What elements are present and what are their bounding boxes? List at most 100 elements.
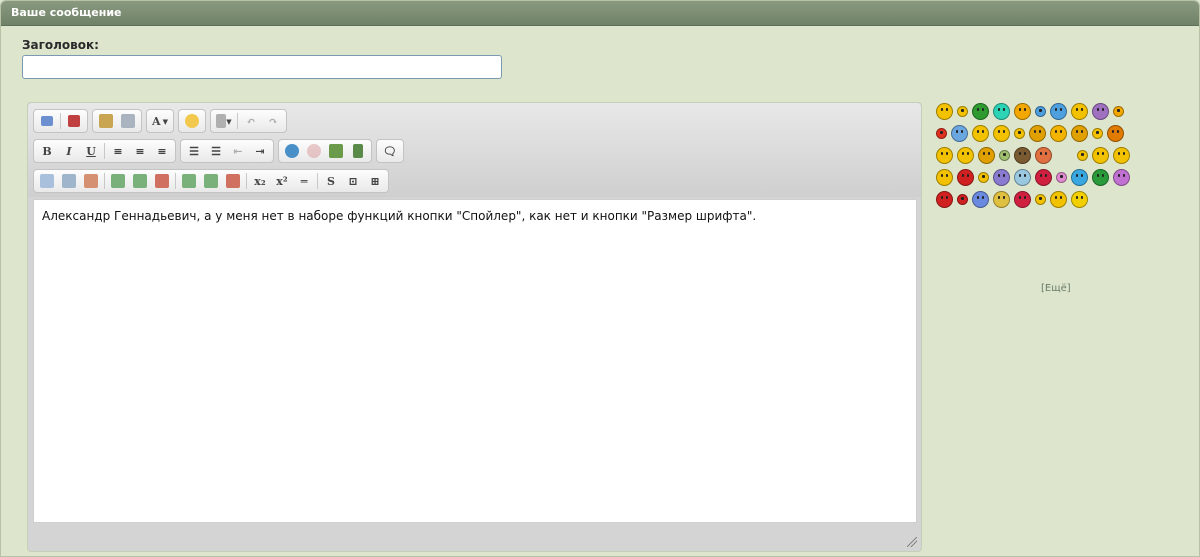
smiley-icon[interactable] — [1056, 171, 1067, 183]
underline-button[interactable]: U — [81, 142, 101, 160]
smiley-icon[interactable] — [1071, 168, 1088, 186]
smiley-icon[interactable] — [1092, 127, 1103, 139]
smiley-icon[interactable] — [999, 149, 1010, 161]
smiley-icon[interactable] — [957, 168, 974, 186]
smiley-row — [936, 144, 1172, 166]
row-insert-after-icon[interactable] — [130, 172, 150, 190]
smiley-icon[interactable] — [972, 190, 989, 208]
smiley-icon[interactable] — [1113, 146, 1130, 164]
smiley-icon[interactable] — [1014, 102, 1031, 120]
toolbar-group-color: A ▼ — [146, 109, 174, 133]
smiley-icon[interactable] — [1014, 190, 1031, 208]
table-delete-icon[interactable] — [81, 172, 101, 190]
smiley-icon[interactable] — [978, 171, 989, 183]
col-insert-before-icon[interactable] — [179, 172, 199, 190]
editor-text: Александр Геннадьевич, а у меня нет в на… — [42, 209, 757, 223]
redo-icon[interactable]: ↷ — [263, 112, 283, 130]
italic-button[interactable]: I — [59, 142, 79, 160]
align-left-icon[interactable]: ≡ — [108, 142, 128, 160]
link-icon[interactable] — [282, 142, 302, 160]
smiley-icon[interactable] — [936, 102, 953, 120]
unlink-icon[interactable] — [304, 142, 324, 160]
smiley-icon[interactable] — [936, 190, 953, 208]
col-insert-after-icon[interactable] — [201, 172, 221, 190]
horizontal-rule-icon[interactable]: ═ — [294, 172, 314, 190]
smiley-icon[interactable] — [1071, 190, 1088, 208]
superscript-button[interactable]: x² — [272, 172, 292, 190]
smiley-icon[interactable] — [1014, 168, 1031, 186]
outdent-icon[interactable]: ⇤ — [228, 142, 248, 160]
copy-icon[interactable]: ▼ — [214, 112, 234, 130]
smiley-icon[interactable] — [978, 146, 995, 164]
smiley-icon[interactable] — [936, 168, 953, 186]
smiley-icon[interactable] — [1071, 102, 1088, 120]
wysiwyg-editor: A ▼ ▼ ↶ ↷ B I U ≡ ≡ ≡ ☰ ☰ ⇤ ⇥ 🗨 x₂ x² ═ … — [27, 102, 922, 552]
undo-icon[interactable]: ↶ — [241, 112, 261, 130]
unordered-list-icon[interactable]: ☰ — [206, 142, 226, 160]
ordered-list-icon[interactable]: ☰ — [184, 142, 204, 160]
image-icon[interactable] — [326, 142, 346, 160]
quote-icon[interactable]: 🗨 — [380, 142, 400, 160]
indent-icon[interactable]: ⇥ — [250, 142, 270, 160]
smiley-icon[interactable] — [972, 102, 989, 120]
smiley-icon[interactable] — [1092, 146, 1109, 164]
smiley-icon[interactable] — [1107, 124, 1124, 142]
smiley-icon[interactable] — [951, 124, 968, 142]
align-center-icon[interactable]: ≡ — [130, 142, 150, 160]
smiley-icon[interactable] — [1035, 105, 1046, 117]
paste-text-icon[interactable] — [96, 112, 116, 130]
smiley-icon[interactable] — [993, 190, 1010, 208]
smiley-icon[interactable] — [1071, 124, 1088, 142]
smiley-icon[interactable] — [1092, 102, 1109, 120]
special-char-icon[interactable]: ⊡ — [343, 172, 363, 190]
paste-word-icon[interactable] — [118, 112, 138, 130]
resize-handle[interactable] — [907, 537, 917, 547]
smiley-icon[interactable] — [1014, 127, 1025, 139]
smiley-icon[interactable] — [1113, 168, 1130, 186]
smiley-icon[interactable] — [1035, 146, 1052, 164]
font-color-button[interactable]: A ▼ — [150, 112, 170, 130]
subscript-button[interactable]: x₂ — [250, 172, 270, 190]
editor-content-area[interactable]: Александр Геннадьевич, а у меня нет в на… — [33, 199, 917, 523]
title-label: Заголовок: — [22, 38, 99, 52]
table-icon[interactable] — [37, 172, 57, 190]
fullscreen-icon[interactable]: ⊞ — [365, 172, 385, 190]
toolbar-group-history: ▼ ↶ ↷ — [210, 109, 287, 133]
remove-format-icon[interactable] — [64, 112, 84, 130]
smiley-icon[interactable] — [957, 146, 974, 164]
title-input[interactable] — [22, 55, 502, 79]
smiley-icon[interactable] — [1050, 124, 1067, 142]
smiley-icon[interactable] — [936, 146, 953, 164]
more-smileys-link[interactable]: [Ещё] — [1041, 283, 1071, 294]
smiley-icon[interactable] — [1035, 193, 1046, 205]
toolbar-group-table: x₂ x² ═ S ⊡ ⊞ — [33, 169, 389, 193]
smiley-icon[interactable] — [972, 124, 989, 142]
smiley-icon[interactable] — [1113, 105, 1124, 117]
bold-button[interactable]: B — [37, 142, 57, 160]
table-props-icon[interactable] — [59, 172, 79, 190]
spellcheck-icon[interactable] — [37, 112, 57, 130]
smiley-icon[interactable] — [993, 168, 1010, 186]
smiley-icon[interactable] — [957, 105, 968, 117]
smiley-icon[interactable] — [182, 112, 202, 130]
smiley-icon[interactable] — [1014, 146, 1031, 164]
strikethrough-button[interactable]: S — [321, 172, 341, 190]
smiley-icon[interactable] — [993, 124, 1010, 142]
smiley-icon[interactable] — [957, 193, 968, 205]
smiley-icon[interactable] — [1035, 168, 1052, 186]
smiley-icon[interactable] — [936, 127, 947, 139]
toolbar-group-format — [33, 109, 88, 133]
video-icon[interactable] — [348, 142, 368, 160]
smiley-icon[interactable] — [1077, 149, 1088, 161]
smiley-icon[interactable] — [993, 102, 1010, 120]
smiley-icon — [1056, 147, 1073, 164]
smiley-icon[interactable] — [1050, 190, 1067, 208]
col-delete-icon[interactable] — [223, 172, 243, 190]
row-delete-icon[interactable] — [152, 172, 172, 190]
smiley-icon[interactable] — [1092, 168, 1109, 186]
smiley-icon[interactable] — [1050, 102, 1067, 120]
row-insert-before-icon[interactable] — [108, 172, 128, 190]
align-right-icon[interactable]: ≡ — [152, 142, 172, 160]
smiley-icon[interactable] — [1029, 124, 1046, 142]
toolbar-group-paste — [92, 109, 142, 133]
